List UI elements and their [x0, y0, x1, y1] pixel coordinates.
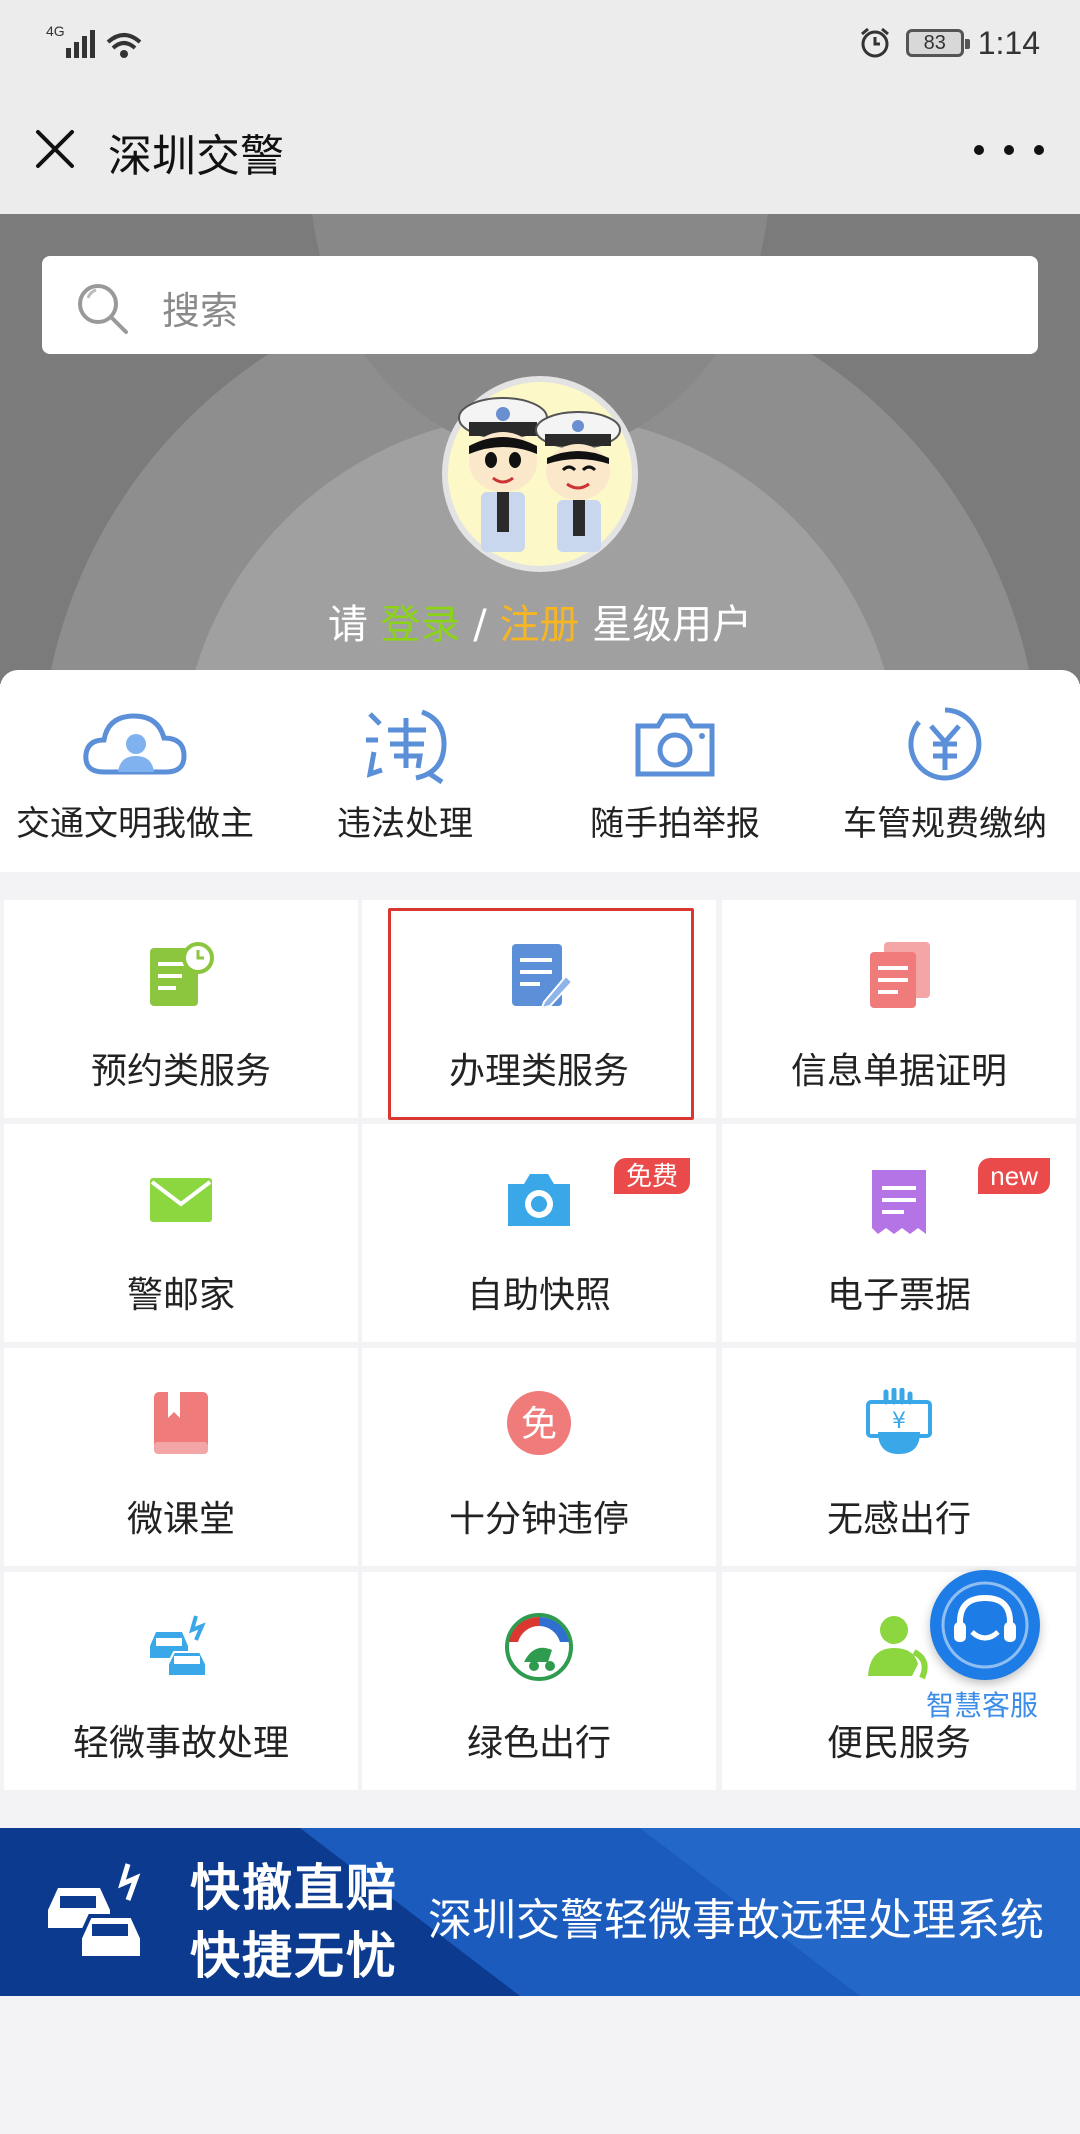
search-input[interactable]: 搜索	[42, 256, 1038, 354]
login-separator: /	[473, 602, 487, 648]
green-travel-icon	[505, 1613, 573, 1681]
grid-label: 电子票据	[826, 1275, 971, 1316]
free-parking-icon: 免	[507, 1391, 571, 1455]
banner-slogan-1: 快撤直赔	[190, 1859, 398, 1917]
login-prompt: 请 登录 / 注册 星级用户	[0, 592, 1080, 650]
grid-item-minor-accident[interactable]: 轻微事故处理	[4, 1572, 358, 1790]
quick-label-civility: 交通文明我做主	[16, 804, 254, 844]
signal-icon: 4G	[46, 23, 142, 58]
grid-item-e-receipt[interactable]: new 电子票据	[722, 1124, 1076, 1342]
battery-level: 83	[923, 31, 946, 54]
grid-label: 警邮家	[126, 1275, 235, 1316]
nav-bar: 深圳交警	[0, 86, 1080, 214]
banner-slogan-2: 快捷无忧	[190, 1927, 398, 1985]
free-badge: 免费	[613, 1158, 690, 1194]
status-bar: 4G 83 1:14	[0, 0, 1080, 86]
grid-label: 办理类服务	[448, 1051, 629, 1092]
car-accident-icon	[150, 1615, 207, 1677]
hero-banner: 搜索 请 登录 / 注册 星级用户	[0, 214, 1080, 684]
alarm-icon	[860, 27, 889, 58]
grid-item-green-travel[interactable]: 绿色出行	[362, 1572, 716, 1790]
grid-label: 信息单据证明	[790, 1051, 1007, 1092]
grid-item-micro-class[interactable]: 微课堂	[4, 1348, 358, 1566]
quick-label-violation: 违法处理	[337, 804, 473, 844]
cloud-user-icon	[83, 713, 187, 775]
more-icon[interactable]	[974, 130, 1044, 170]
register-link[interactable]: 注册	[499, 602, 579, 648]
grid-item-ten-min-parking[interactable]: 免 十分钟违停	[362, 1348, 716, 1566]
grid-label: 十分钟违停	[448, 1499, 629, 1540]
quick-label-fees: 车管规费缴纳	[843, 804, 1047, 844]
grid-label: 自助快照	[466, 1275, 611, 1316]
free-glyph: 免	[521, 1404, 557, 1445]
quick-item-civility[interactable]: 交通文明我做主	[0, 670, 270, 872]
search-icon	[78, 284, 128, 334]
camera-icon	[635, 713, 715, 777]
yuan-icon	[908, 707, 982, 781]
new-badge: new	[978, 1158, 1050, 1194]
violation-icon	[366, 709, 447, 784]
page-title: 深圳交警	[108, 131, 284, 182]
mail-icon	[150, 1178, 212, 1222]
close-icon[interactable]	[30, 124, 80, 174]
grid-item-appointment[interactable]: 预约类服务	[4, 900, 358, 1118]
quick-label-photo-report: 随手拍举报	[590, 804, 760, 844]
camera-icon	[508, 1174, 570, 1226]
quick-item-photo-report[interactable]: 随手拍举报	[540, 670, 810, 872]
battery-icon: 83	[905, 29, 970, 57]
phone-person-icon	[868, 1616, 928, 1680]
status-time: 1:14	[977, 24, 1040, 61]
book-icon	[154, 1392, 208, 1454]
smart-service-button[interactable]	[930, 1570, 1040, 1680]
search-placeholder: 搜索	[162, 289, 239, 333]
headset-icon	[941, 1581, 1029, 1669]
grid-item-police-mail[interactable]: 警邮家	[4, 1124, 358, 1342]
documents-icon	[870, 942, 930, 1008]
login-prefix: 请	[327, 602, 368, 648]
hand-payment-icon: ¥	[866, 1388, 932, 1454]
banner-system-title: 深圳交警轻微事故远程处理系统	[428, 1895, 1044, 1946]
police-mascot-avatar[interactable]	[423, 374, 657, 574]
login-link[interactable]: 登录	[381, 602, 461, 648]
login-suffix: 星级用户	[592, 602, 753, 648]
network-type: 4G	[46, 23, 65, 39]
smart-service-label[interactable]: 智慧客服	[926, 1684, 1038, 1724]
service-grid: 预约类服务 办理类服务 信息单据证明 警邮家 免费 自助快照 new 电子票据 …	[0, 898, 1080, 1798]
quick-services: 交通文明我做主 违法处理 随手拍举报 车管规费缴纳	[0, 670, 1080, 872]
grid-item-certificates[interactable]: 信息单据证明	[722, 900, 1076, 1118]
accident-system-banner[interactable]: 快撤直赔 快捷无忧 深圳交警轻微事故远程处理系统	[0, 1828, 1080, 1996]
grid-label: 无感出行	[826, 1499, 971, 1540]
grid-label: 轻微事故处理	[72, 1723, 289, 1764]
quick-item-fees[interactable]: 车管规费缴纳	[810, 670, 1080, 872]
appointment-icon	[150, 942, 214, 1006]
grid-label: 绿色出行	[466, 1723, 611, 1764]
grid-item-handling[interactable]: 办理类服务	[362, 900, 716, 1120]
document-edit-icon	[512, 944, 574, 1010]
grid-item-self-photo[interactable]: 免费 自助快照	[362, 1124, 716, 1342]
receipt-icon	[872, 1170, 926, 1234]
svg-text:¥: ¥	[892, 1409, 906, 1434]
grid-item-seamless-travel[interactable]: ¥ 无感出行	[722, 1348, 1076, 1566]
grid-label: 微课堂	[126, 1499, 235, 1540]
grid-label: 预约类服务	[90, 1051, 271, 1092]
car-accident-icon	[48, 1863, 144, 1960]
quick-item-violation[interactable]: 违法处理	[270, 670, 540, 872]
